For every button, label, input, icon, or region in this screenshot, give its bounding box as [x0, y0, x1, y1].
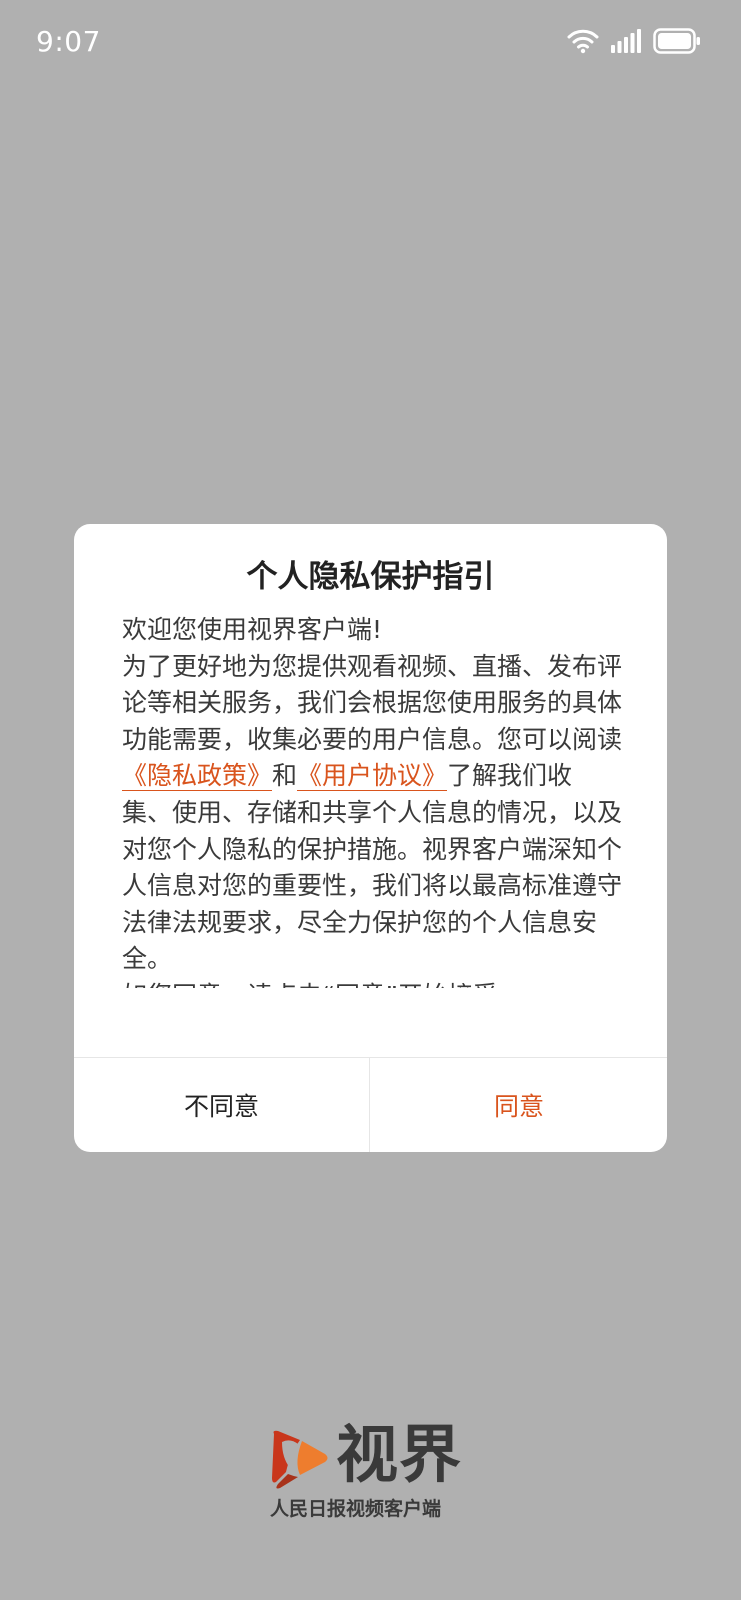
prompt-text: 如您同意，请点击“同意”开始接受 [122, 978, 622, 988]
body-paragraph: 为了更好地为您提供观看视频、直播、发布评论等相关服务，我们会根据您使用服务的具体… [122, 649, 622, 978]
user-agreement-link[interactable]: 《用户协议》 [297, 761, 448, 792]
privacy-dialog: 个人隐私保护指引 欢迎您使用视界客户端! 为了更好地为您提供观看视频、直播、发布… [74, 524, 667, 1152]
play-logo-icon [270, 1428, 330, 1496]
battery-icon [653, 28, 701, 54]
brand-logo: 视界 人民日报视频客户端 [270, 1418, 480, 1524]
privacy-policy-link[interactable]: 《隐私政策》 [122, 761, 273, 792]
dialog-title: 个人隐私保护指引 [246, 559, 495, 595]
wifi-icon [567, 28, 599, 54]
brand-name: 视界 [336, 1418, 463, 1491]
status-icons [567, 28, 701, 54]
brand-slogan: 人民日报视频客户端 [270, 1498, 442, 1520]
dialog-body[interactable]: 欢迎您使用视界客户端! 为了更好地为您提供观看视频、直播、发布评论等相关服务，我… [122, 612, 622, 988]
intro-text: 为了更好地为您提供观看视频、直播、发布评论等相关服务，我们会根据您使用服务的具体… [122, 651, 622, 754]
detail-text: 了解我们收集、使用、存储和共享个人信息的情况，以及对您个人隐私的保护措施。视界客… [122, 761, 622, 974]
disagree-button[interactable]: 不同意 [74, 1058, 370, 1152]
welcome-text: 欢迎您使用视界客户端! [122, 615, 383, 644]
conjunction-text: 和 [272, 761, 298, 791]
agree-button[interactable]: 同意 [371, 1058, 667, 1152]
status-time: 9:07 [36, 25, 101, 58]
status-bar: 9:07 [0, 0, 741, 86]
signal-icon [611, 29, 641, 53]
